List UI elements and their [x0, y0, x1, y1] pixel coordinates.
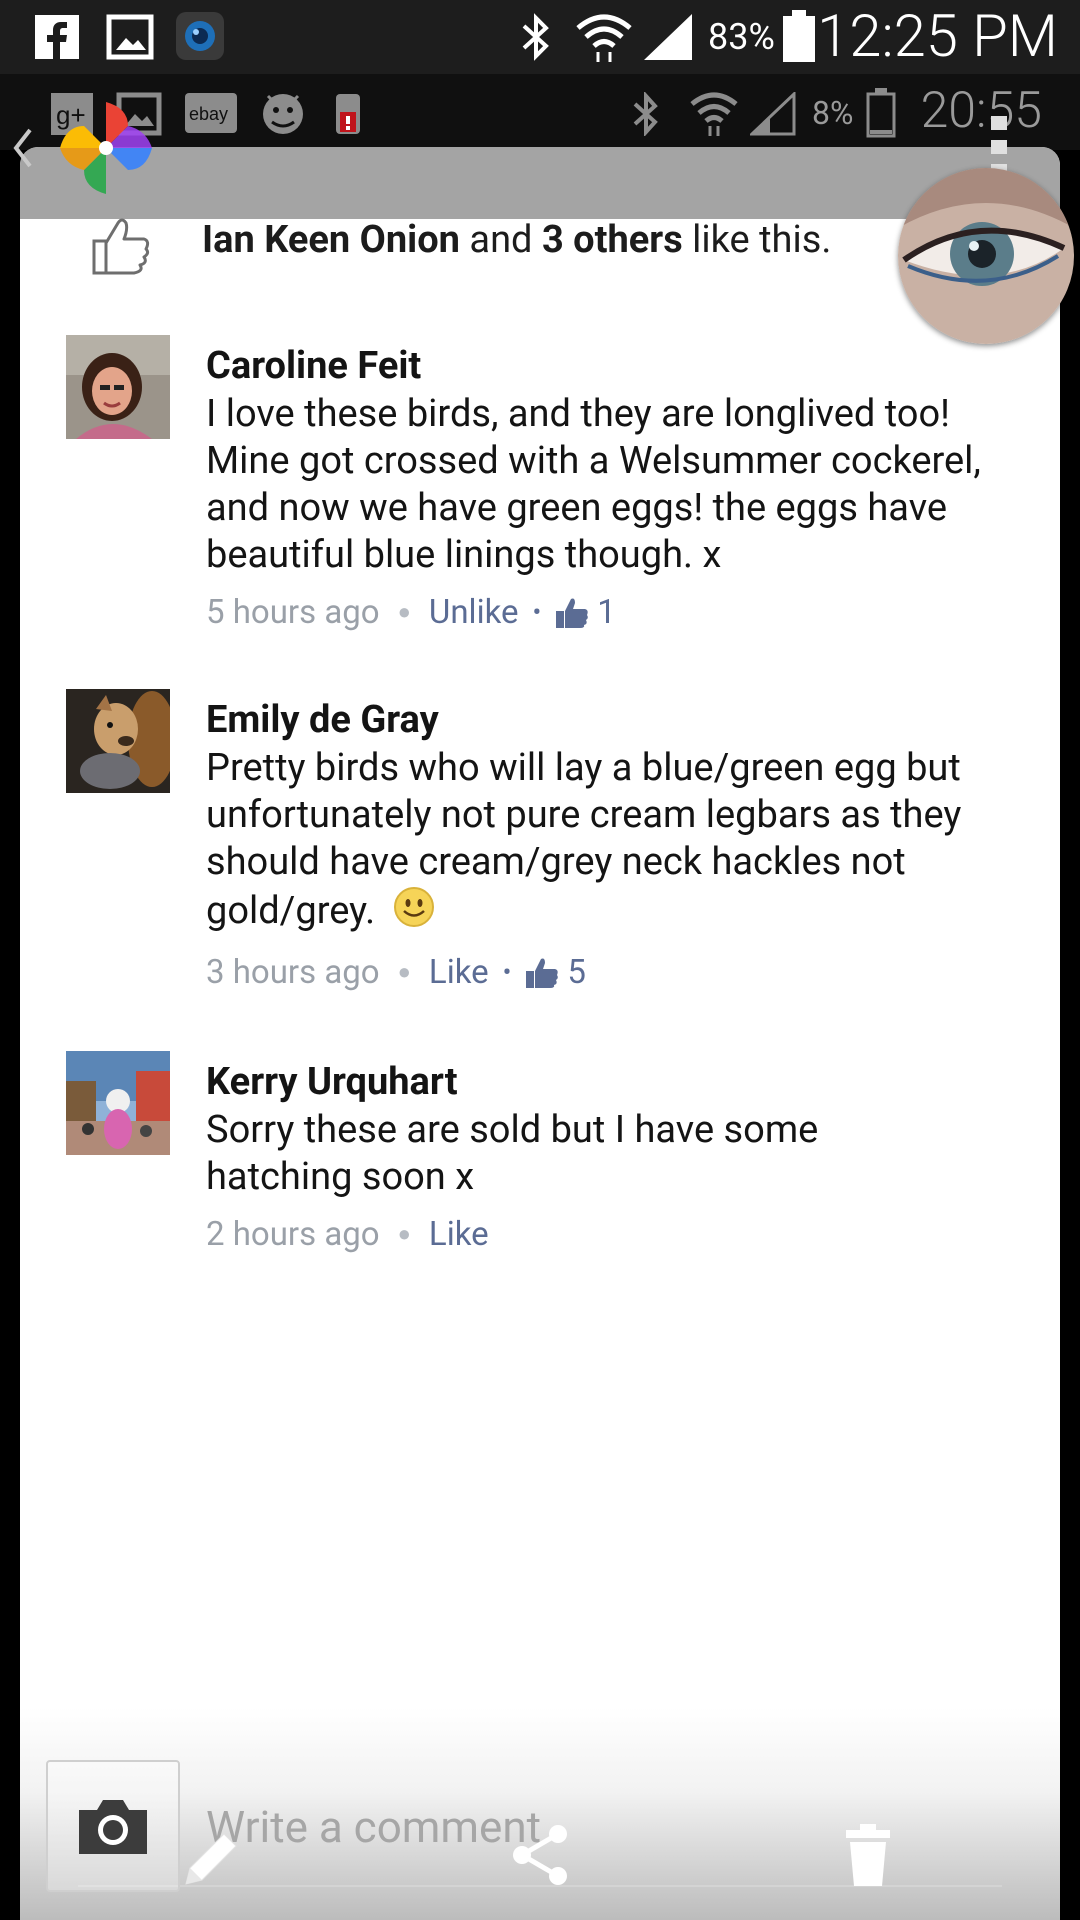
inner-status-bar: g+ ebay 8% 20:55	[0, 74, 1080, 150]
facebook-icon	[34, 14, 80, 60]
comment-author[interactable]: Emily de Gray	[206, 697, 439, 743]
liker-name[interactable]: Ian Keen Onion	[202, 218, 460, 262]
camera-app-icon	[174, 10, 226, 62]
status-bar: 83% 12:25 PM	[0, 0, 1080, 74]
thumbs-up-icon[interactable]	[88, 213, 152, 277]
unlike-link[interactable]: Unlike	[429, 593, 519, 633]
like-count-icon	[525, 957, 559, 989]
photos-pinwheel-icon[interactable]	[56, 98, 156, 198]
meta-separator: •	[532, 598, 542, 628]
ebay-icon: ebay	[184, 92, 238, 134]
comment-time: 5 hours ago	[206, 593, 380, 632]
avatar[interactable]	[66, 335, 170, 439]
wifi-icon	[688, 88, 740, 138]
comment-text: Sorry these are sold but I have some hat…	[206, 1108, 819, 1199]
likes-summary[interactable]: Ian Keen Onion and 3 others like this.	[202, 217, 831, 263]
likes-others[interactable]: 3 others	[542, 218, 683, 262]
signal-icon	[750, 92, 796, 136]
comment-time: 3 hours ago	[206, 953, 380, 992]
camera-icon	[75, 1796, 151, 1856]
like-count[interactable]: 1	[597, 593, 616, 633]
battery-icon	[866, 88, 896, 138]
comment-text: I love these birds, and they are longliv…	[206, 392, 981, 577]
bluetooth-icon	[516, 12, 556, 62]
meta-separator: ●	[397, 960, 411, 985]
edit-pencil-icon[interactable]	[180, 1826, 244, 1890]
smiley-emoji-icon	[393, 886, 435, 940]
wifi-icon	[574, 10, 634, 64]
like-count[interactable]: 5	[567, 953, 586, 993]
android-icon	[260, 88, 306, 138]
share-icon[interactable]	[508, 1822, 574, 1888]
avatar[interactable]	[66, 1051, 170, 1155]
comment-input[interactable]: Write a comment	[206, 1800, 541, 1854]
clock: 12:25 PM	[817, 3, 1058, 71]
camera-button[interactable]	[46, 1760, 180, 1892]
chat-head-avatar[interactable]	[898, 168, 1074, 344]
comment-time: 2 hours ago	[206, 1215, 380, 1254]
bluetooth-icon	[628, 92, 664, 136]
battery-percent: 83%	[708, 16, 775, 58]
meta-separator: ●	[397, 1222, 411, 1247]
inner-clock: 20:55	[920, 82, 1042, 140]
comment-author[interactable]: Kerry Urquhart	[206, 1059, 458, 1105]
comment-text-content: Pretty birds who will lay a blue/green e…	[206, 746, 962, 934]
comment-meta: 5 hours ago ● Unlike • 1	[206, 593, 616, 633]
alert-icon	[328, 90, 368, 138]
likes-connector: and	[469, 218, 533, 262]
like-link[interactable]: Like	[429, 1215, 489, 1255]
comment-meta: 2 hours ago ● Like	[206, 1215, 489, 1255]
back-chevron-icon[interactable]	[10, 126, 34, 170]
battery-icon	[782, 10, 816, 62]
svg-text:ebay: ebay	[189, 104, 228, 124]
like-link[interactable]: Like	[429, 953, 489, 993]
comment-meta: 3 hours ago ● Like • 5	[206, 953, 586, 993]
comments-card: Ian Keen Onion and 3 others like this. C…	[20, 147, 1060, 1920]
trash-icon[interactable]	[842, 1822, 894, 1888]
meta-separator: ●	[397, 600, 411, 625]
card-top-bar	[20, 147, 1060, 219]
gallery-icon	[106, 14, 154, 60]
comment-text: Pretty birds who will lay a blue/green e…	[206, 745, 1006, 940]
likes-suffix: like this.	[692, 218, 832, 262]
meta-separator: •	[502, 958, 512, 988]
signal-icon	[642, 12, 694, 62]
avatar[interactable]	[66, 689, 170, 793]
like-count-icon	[555, 597, 589, 629]
comment-author[interactable]: Caroline Feit	[206, 343, 421, 389]
inner-battery-percent: 8%	[812, 94, 854, 132]
